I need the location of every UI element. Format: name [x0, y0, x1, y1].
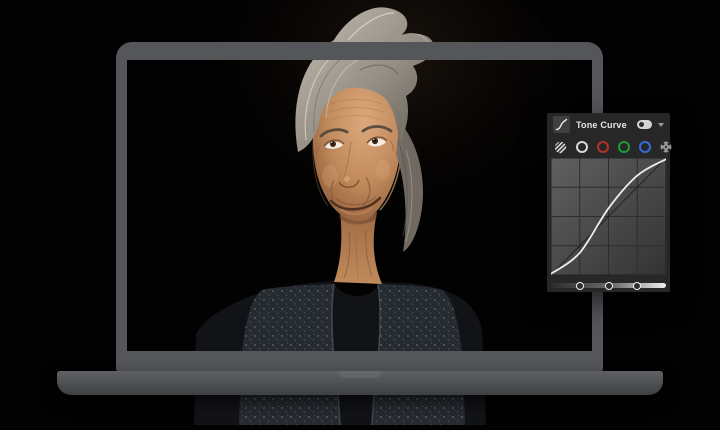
tone-curve-plot[interactable]	[550, 157, 667, 276]
laptop-base	[57, 371, 663, 395]
promo-canvas: { "scene": { "background_color": "#02020…	[0, 0, 720, 426]
point-curve-mode-button[interactable]	[554, 141, 567, 154]
laptop-lid-notch	[339, 371, 381, 378]
target-adjustment-icon	[660, 141, 672, 153]
channel-luminance-button[interactable]	[576, 141, 588, 153]
tone-curve-icon	[555, 118, 568, 131]
tone-curve-mode-button[interactable]	[553, 116, 570, 133]
channel-blue-button[interactable]	[639, 141, 651, 153]
targeted-adjustment-tool-button[interactable]	[660, 141, 672, 153]
region-slider-thumb[interactable]	[575, 281, 584, 290]
region-slider-thumb[interactable]	[604, 281, 613, 290]
panel-title: Tone Curve	[576, 119, 627, 130]
channel-red-button[interactable]	[597, 141, 609, 153]
panel-enable-toggle[interactable]	[637, 120, 652, 129]
hatched-circle-icon	[554, 141, 567, 153]
region-slider-thumb[interactable]	[633, 281, 642, 290]
channel-green-button[interactable]	[618, 141, 630, 153]
channel-selector-row	[547, 136, 672, 158]
tone-curve-editor[interactable]	[550, 157, 667, 276]
region-split-sliders	[551, 281, 666, 290]
chevron-down-icon[interactable]	[658, 122, 664, 127]
toggle-knob	[639, 122, 644, 127]
laptop-screen-bezel	[116, 42, 603, 371]
tone-curve-panel: Tone Curve	[547, 113, 672, 292]
tone-curve-panel-header[interactable]: Tone Curve	[547, 113, 670, 136]
